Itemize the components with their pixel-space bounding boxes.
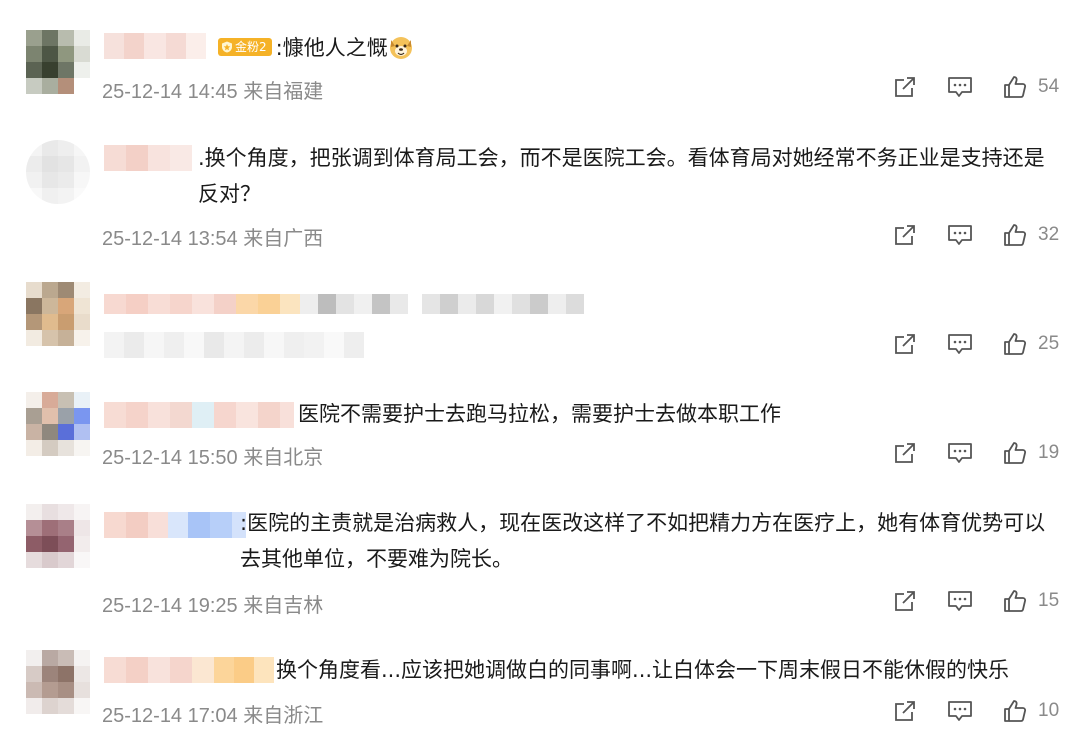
username-redacted[interactable] xyxy=(104,145,192,171)
fan-badge[interactable]: 金粉2 xyxy=(218,38,272,56)
reply-button[interactable] xyxy=(945,696,975,726)
share-button[interactable] xyxy=(890,72,920,102)
comment-actions: 32 xyxy=(890,220,1059,250)
comment-location: 来自福建 xyxy=(243,81,324,103)
avatar[interactable] xyxy=(26,140,90,204)
like-button[interactable] xyxy=(1000,72,1030,102)
reply-button[interactable] xyxy=(945,586,975,616)
username-redacted[interactable] xyxy=(104,657,274,683)
comment-time: 25-12-14 19:25 xyxy=(102,595,238,617)
comment-time: 25-12-14 17:04 xyxy=(102,705,238,727)
comment-icon xyxy=(948,77,972,97)
avatar[interactable] xyxy=(26,504,90,568)
share-button[interactable] xyxy=(890,220,920,250)
shield-icon xyxy=(222,41,232,53)
comment-icon xyxy=(948,443,972,463)
like-count: 19 xyxy=(1038,442,1060,463)
comment-location: 来自广西 xyxy=(243,228,324,250)
share-icon xyxy=(895,225,915,245)
avatar[interactable] xyxy=(26,650,90,714)
comment-meta: 25-12-14 15:50 来自北京 xyxy=(102,441,323,470)
dog-face-emoji-icon xyxy=(389,37,412,59)
like-count: 10 xyxy=(1038,700,1060,721)
share-icon xyxy=(895,443,915,463)
like-button[interactable] xyxy=(1000,696,1030,726)
comment-text: 金粉2 :慷他人之慨 xyxy=(218,30,414,66)
comment-time: 25-12-14 14:45 xyxy=(102,81,238,103)
redacted-text xyxy=(104,294,584,314)
thumbs-up-icon xyxy=(1004,442,1027,464)
comment-meta: 25-12-14 19:25 来自吉林 xyxy=(102,589,323,618)
comment-actions: 19 xyxy=(890,438,1059,468)
comment-text: 换个角度看...应该把她调做白的同事啊...让白体会一下周末假日不能休假的快乐 xyxy=(276,658,1010,682)
comment-meta: 25-12-14 17:04 来自浙江 xyxy=(102,699,323,728)
reply-button[interactable] xyxy=(945,220,975,250)
comment-actions: 54 xyxy=(890,72,1059,102)
share-button[interactable] xyxy=(890,438,920,468)
comment-meta: 25-12-14 13:54 来自广西 xyxy=(102,222,323,251)
avatar[interactable] xyxy=(26,282,90,346)
like-button[interactable] xyxy=(1000,329,1030,359)
redacted-text xyxy=(104,332,364,358)
comment-location: 来自吉林 xyxy=(243,595,324,617)
reply-button[interactable] xyxy=(945,438,975,468)
comment-actions: 25 xyxy=(890,329,1059,359)
share-icon xyxy=(895,591,915,611)
reply-button[interactable] xyxy=(945,72,975,102)
comment-actions: 10 xyxy=(890,696,1059,726)
comment-icon xyxy=(948,225,972,245)
comment-icon xyxy=(948,591,972,611)
comment-location: 来自北京 xyxy=(243,447,324,469)
username-redacted[interactable] xyxy=(104,402,294,428)
comment-actions: 15 xyxy=(890,586,1059,616)
thumbs-up-icon xyxy=(1004,700,1027,722)
like-count: 32 xyxy=(1038,224,1060,245)
like-count: 15 xyxy=(1038,590,1060,611)
comment-text: .换个角度，把张调到体育局工会，而不是医院工会。看体育局对她经常不务正业是支持还… xyxy=(198,146,1045,206)
thumbs-up-icon xyxy=(1004,333,1027,355)
comment-time: 25-12-14 15:50 xyxy=(102,447,238,469)
thumbs-up-icon xyxy=(1004,224,1027,246)
comment-icon xyxy=(948,701,972,721)
username-redacted[interactable] xyxy=(104,512,246,538)
thumbs-up-icon xyxy=(1004,590,1027,612)
share-button[interactable] xyxy=(890,696,920,726)
comment-meta: 25-12-14 14:45 来自福建 xyxy=(102,75,323,104)
share-button[interactable] xyxy=(890,586,920,616)
comment-body: :慷他人之慨 xyxy=(275,36,388,60)
username-redacted[interactable] xyxy=(104,33,206,59)
like-count: 25 xyxy=(1038,333,1060,354)
like-button[interactable] xyxy=(1000,438,1030,468)
reply-button[interactable] xyxy=(945,329,975,359)
avatar[interactable] xyxy=(26,392,90,456)
like-button[interactable] xyxy=(1000,220,1030,250)
thumbs-up-icon xyxy=(1004,76,1027,98)
share-icon xyxy=(895,77,915,97)
comment-text: 医院不需要护士去跑马拉松，需要护士去做本职工作 xyxy=(298,402,781,426)
comment-time: 25-12-14 13:54 xyxy=(102,228,238,250)
avatar[interactable] xyxy=(26,30,90,94)
comment-text: :医院的主责就是治病救人，现在医改这样了不如把精力方在医疗上，她有体育优势可以去… xyxy=(240,511,1046,571)
like-button[interactable] xyxy=(1000,586,1030,616)
share-icon xyxy=(895,701,915,721)
comment-icon xyxy=(948,334,972,354)
share-icon xyxy=(895,334,915,354)
share-button[interactable] xyxy=(890,329,920,359)
comment-location: 来自浙江 xyxy=(243,705,324,727)
like-count: 54 xyxy=(1038,76,1060,97)
fan-badge-label: 金粉2 xyxy=(235,40,267,54)
